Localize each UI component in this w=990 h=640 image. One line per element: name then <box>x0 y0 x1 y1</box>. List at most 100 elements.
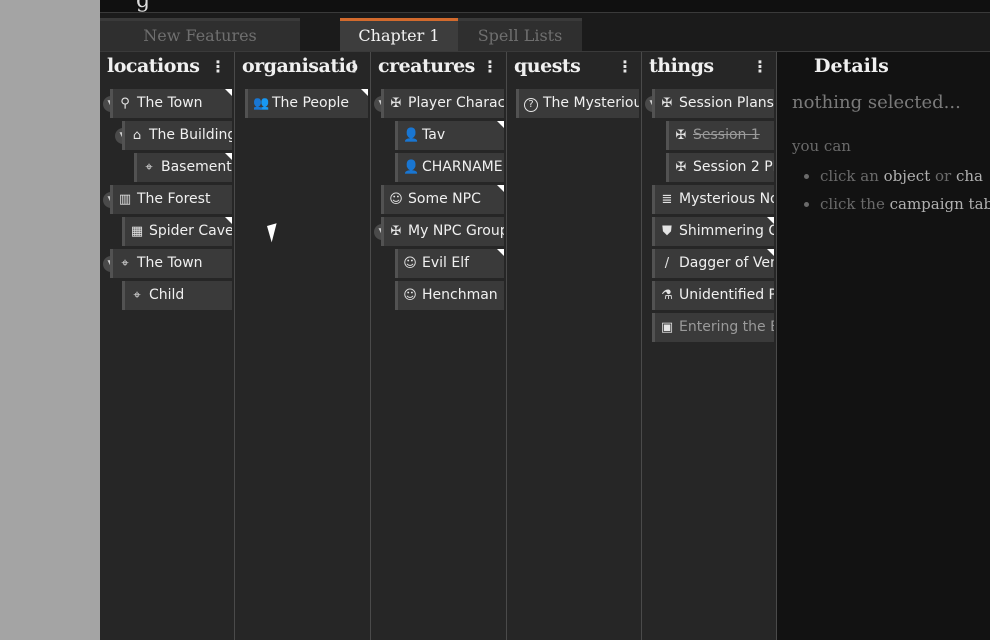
details-panel: Details nothing selected... you can clic… <box>777 52 990 640</box>
column-creatures: creatures ⋮ ▼ ✠Player Characters 👤Tav 👤C… <box>371 52 507 640</box>
map-icon: ▥ <box>118 192 132 207</box>
person-outline-icon: ☺ <box>389 192 403 207</box>
column-menu-button[interactable]: ⋮ <box>210 57 226 76</box>
person-outline-icon: ☺ <box>403 288 417 303</box>
puzzle-icon: ✠ <box>675 160 687 175</box>
list-item[interactable]: ✠ Session Plans <box>652 89 774 118</box>
list-item[interactable]: 👤 Tav <box>395 121 504 150</box>
list-item[interactable]: ✠ My NPC Group <box>381 217 504 246</box>
column-menu-button[interactable]: ⋮ <box>346 57 362 76</box>
column-menu-button[interactable]: ⋮ <box>752 57 768 76</box>
column-header: things ⋮ <box>642 52 776 86</box>
tab-new-features[interactable]: New Features <box>100 18 300 51</box>
item-label: Dagger of Venom <box>679 255 774 271</box>
item-label: Tav <box>422 127 446 143</box>
item-label: Mysterious Note <box>679 191 774 207</box>
list-item[interactable]: ⌂ The Building <box>122 121 232 150</box>
map-pin-icon: ⌖ <box>121 256 129 271</box>
list-item[interactable]: ☺ Evil Elf <box>395 249 504 278</box>
hint-text: click the <box>820 195 885 213</box>
hint-list: click an object or cha click the campaig… <box>777 162 990 218</box>
list-item[interactable]: ▦ Spider Cave <box>122 217 232 246</box>
item-label: Child <box>149 287 185 303</box>
list-item[interactable]: ▥ The Forest <box>110 185 232 214</box>
column-header: quests ⋮ <box>507 52 641 86</box>
nothing-selected-text: nothing selected... <box>792 92 961 113</box>
question-icon: ? <box>524 98 538 112</box>
tab-spell-lists[interactable]: Spell Lists <box>458 18 582 51</box>
column-quests: quests ⋮ ? The Mysterious <box>507 52 642 640</box>
item-label: My NPC Group <box>408 223 504 239</box>
column-title: creatures <box>378 55 475 77</box>
item-label: The Forest <box>137 191 211 207</box>
hint-keyword: campaign tab <box>889 195 990 213</box>
item-label: The Building <box>149 127 232 143</box>
list-item[interactable]: ⚲ The Town <box>110 89 232 118</box>
hint-item: click the campaign tab <box>820 190 990 218</box>
column-title: organisatio <box>242 55 358 77</box>
item-label: The People <box>272 95 349 111</box>
app-logo: g <box>136 0 151 13</box>
item-label: Some NPC <box>408 191 481 207</box>
list-item[interactable]: ≣ Mysterious Note <box>652 185 774 214</box>
column-menu-button[interactable]: ⋮ <box>617 57 633 76</box>
item-label: Entering the B <box>679 319 774 335</box>
list-item[interactable]: 👥 The People <box>245 89 368 118</box>
corner-marker <box>767 249 774 256</box>
person-outline-icon: ☺ <box>403 256 417 271</box>
column-title: things <box>649 55 714 77</box>
building-icon: ▦ <box>130 224 144 239</box>
tab-chapter-1[interactable]: Chapter 1 <box>340 18 458 51</box>
group-icon: 👥 <box>253 96 270 111</box>
item-label: Evil Elf <box>422 255 470 271</box>
puzzle-icon: ✠ <box>390 96 402 111</box>
column-header: creatures ⋮ <box>371 52 506 86</box>
item-label: The Town <box>137 255 203 271</box>
item-label: Henchman <box>422 287 498 303</box>
list-item[interactable]: ✠ Session 2 Plan <box>666 153 774 182</box>
item-label: Spider Cave <box>149 223 232 239</box>
corner-marker <box>767 217 774 224</box>
app-window: g New Features ⋮ Chapter 1 Spell Lists l… <box>100 0 990 640</box>
tab-bar: New Features ⋮ Chapter 1 Spell Lists <box>100 13 990 52</box>
list-item[interactable]: ✠ Player Characters <box>381 89 504 118</box>
list-item[interactable]: 👤 CHARNAME <box>395 153 504 182</box>
corner-marker <box>225 89 232 96</box>
item-label: Player Characters <box>408 95 504 111</box>
column-things: things ⋮ ▼ ✠Session Plans ✠Session 1 ✠Se… <box>642 52 777 640</box>
corner-marker <box>497 185 504 192</box>
dagger-icon: / <box>664 256 670 271</box>
column-header: locations ⋮ <box>100 52 234 86</box>
list-item[interactable]: ⛊ Shimmering Cloak <box>652 217 774 246</box>
corner-marker <box>361 89 368 96</box>
list-item[interactable]: ⌖ The Town <box>110 249 232 278</box>
corner-marker <box>225 153 232 160</box>
map-pin-icon: ⌖ <box>133 288 141 303</box>
list-item[interactable]: ? The Mysterious <box>516 89 639 118</box>
list-item[interactable]: ☺ Henchman <box>395 281 504 310</box>
flask-icon: ⚗ <box>661 288 673 303</box>
item-label: CHARNAME <box>422 159 503 175</box>
list-item[interactable]: ⌖ Basement <box>134 153 232 182</box>
item-label: Unidentified Potion <box>679 287 774 303</box>
list-item[interactable]: / Dagger of Venom <box>652 249 774 278</box>
corner-marker <box>225 217 232 224</box>
list-item[interactable]: ⚗ Unidentified Potion <box>652 281 774 310</box>
person-filled-icon: 👤 <box>403 128 420 143</box>
hint-keyword: cha <box>956 167 984 185</box>
list-item[interactable]: ▣ Entering the B <box>652 313 774 342</box>
item-label: Basement <box>161 159 232 175</box>
item-label: Session 2 Plan <box>693 159 774 175</box>
item-label: Shimmering Cloak <box>679 223 774 239</box>
hint-text: click an <box>820 167 879 185</box>
person-pin-icon: ⚲ <box>120 96 130 111</box>
hint-item: click an object or cha <box>820 162 990 190</box>
item-label: The Town <box>137 95 203 111</box>
list-item[interactable]: ☺ Some NPC <box>381 185 504 214</box>
corner-marker <box>497 249 504 256</box>
list-item[interactable]: ✠ Session 1 <box>666 121 774 150</box>
list-item[interactable]: ⌖ Child <box>122 281 232 310</box>
column-menu-button[interactable]: ⋮ <box>482 57 498 76</box>
column-title: locations <box>107 55 200 77</box>
corner-marker <box>497 121 504 128</box>
